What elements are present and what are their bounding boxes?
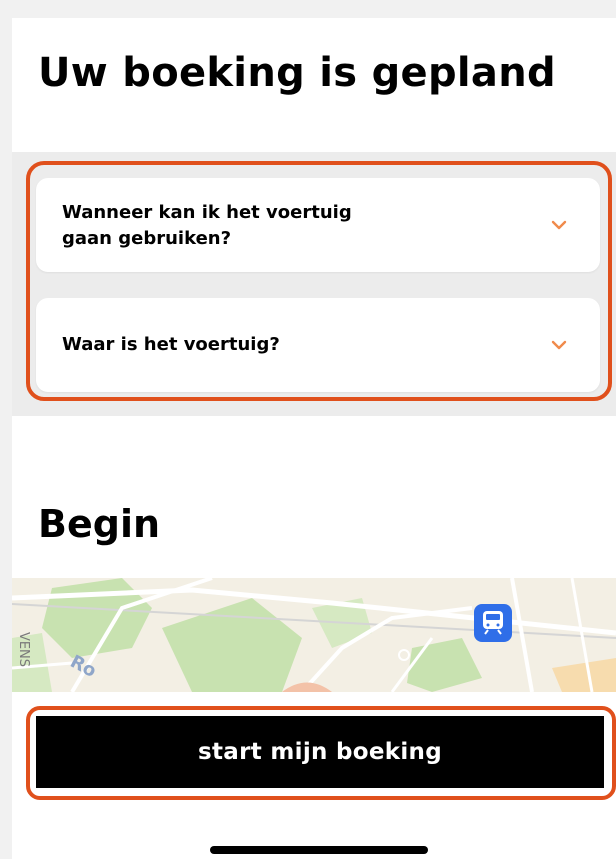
start-booking-button[interactable]: start mijn boeking [36,716,604,788]
map-graphic [12,578,616,692]
map-label-vens: VENS [16,631,32,668]
section-heading-begin: Begin [38,502,161,546]
faq-highlight-frame [26,161,612,401]
page-title: Uw boeking is gepland [38,50,556,96]
map-view[interactable]: Ro VENS [12,578,616,692]
booking-screen: Uw boeking is gepland Wanneer kan ik het… [12,18,616,859]
home-indicator [210,846,428,854]
train-station-icon [474,604,512,642]
